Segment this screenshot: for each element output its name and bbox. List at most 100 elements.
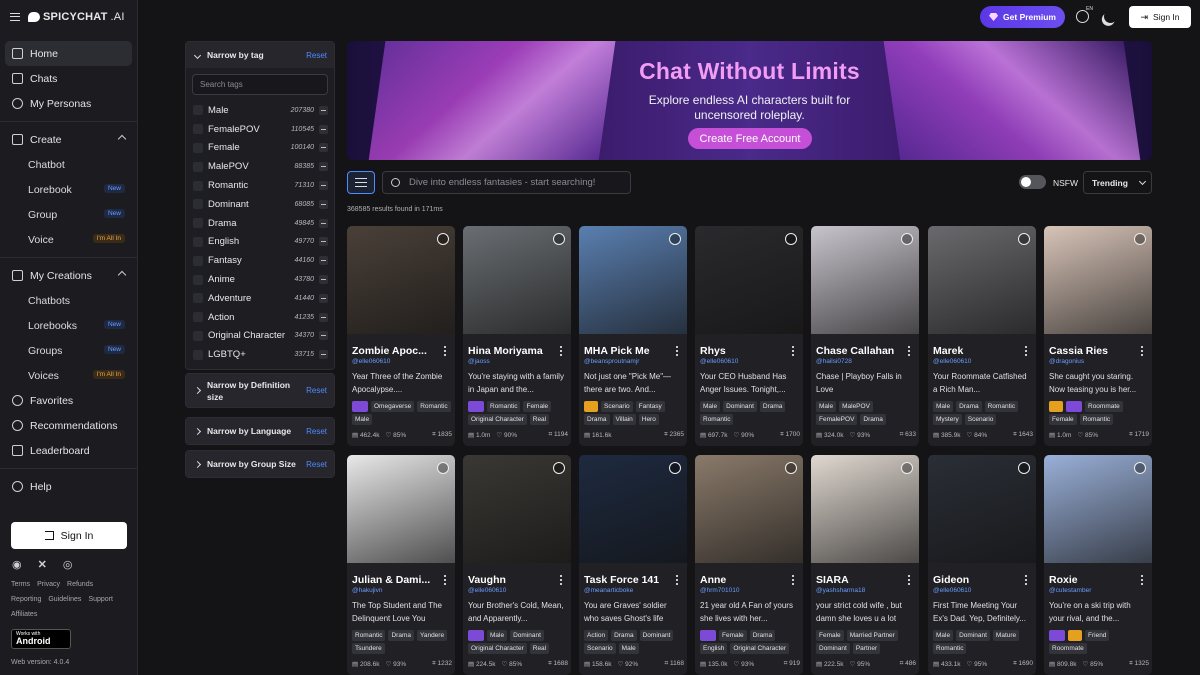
more-options-icon[interactable] bbox=[1141, 575, 1143, 585]
tag-chip[interactable]: Drama bbox=[584, 414, 610, 425]
info-icon[interactable] bbox=[553, 233, 565, 245]
tag-chip[interactable]: Male bbox=[352, 414, 373, 425]
creator-handle[interactable]: @hrm701010 bbox=[700, 587, 739, 594]
tag-chip[interactable]: Mystery bbox=[933, 414, 962, 425]
more-options-icon[interactable] bbox=[792, 575, 794, 585]
tag-chip[interactable]: Original Character bbox=[468, 643, 527, 654]
checkbox[interactable] bbox=[193, 293, 203, 304]
info-icon[interactable] bbox=[785, 462, 797, 474]
star-badge-icon[interactable] bbox=[584, 401, 598, 412]
more-options-icon[interactable] bbox=[560, 575, 562, 585]
checkbox[interactable] bbox=[193, 255, 203, 266]
character-card[interactable]: Task Force 141 @meanarticboke You are Grav… bbox=[579, 455, 687, 675]
character-card[interactable]: Roxie @cutestamber You're on a ski trip wi… bbox=[1044, 455, 1152, 675]
checkbox[interactable] bbox=[193, 312, 203, 323]
tag-filter-row[interactable]: Female 100140 bbox=[186, 139, 334, 158]
tag-chip[interactable]: Hero bbox=[638, 414, 659, 425]
nav-personas[interactable]: My Personas bbox=[0, 91, 137, 116]
definition-filter-header[interactable]: Narrow by Definition size Reset bbox=[186, 374, 334, 407]
voice-badge-icon[interactable] bbox=[468, 401, 484, 412]
tag-chip[interactable]: Romantic bbox=[700, 414, 734, 425]
info-icon[interactable] bbox=[669, 462, 681, 474]
tag-chip[interactable]: Male bbox=[816, 401, 837, 412]
voice-badge-icon[interactable] bbox=[700, 630, 716, 641]
exclude-icon[interactable] bbox=[319, 275, 328, 285]
more-options-icon[interactable] bbox=[792, 346, 794, 356]
tag-chip[interactable]: Omegaverse bbox=[371, 401, 415, 412]
refunds-link[interactable]: Refunds bbox=[67, 581, 93, 588]
more-options-icon[interactable] bbox=[908, 346, 910, 356]
creator-handle[interactable]: @hailsi0728 bbox=[816, 358, 852, 365]
theme-moon-icon[interactable] bbox=[1102, 8, 1119, 25]
x-icon[interactable]: ✕ bbox=[38, 558, 47, 571]
checkbox[interactable] bbox=[193, 236, 203, 247]
tag-reset-button[interactable]: Reset bbox=[306, 51, 327, 60]
creator-handle[interactable]: @elle060610 bbox=[468, 587, 506, 594]
exclude-icon[interactable] bbox=[319, 312, 328, 322]
sidebar-sign-in-button[interactable]: Sign In bbox=[11, 522, 127, 549]
tag-chip[interactable]: Scenario bbox=[584, 643, 616, 654]
creator-handle[interactable]: @elle060610 bbox=[933, 587, 971, 594]
creator-handle[interactable]: @dragonius bbox=[1049, 358, 1084, 365]
tag-chip[interactable]: Yandere bbox=[416, 630, 448, 641]
nav-help[interactable]: Help bbox=[0, 474, 137, 499]
tag-filter-row[interactable]: LGBTQ+ 33715 bbox=[186, 345, 334, 364]
tag-chip[interactable]: Romantic bbox=[417, 401, 451, 412]
language-reset-button[interactable]: Reset bbox=[306, 427, 327, 436]
info-icon[interactable] bbox=[1018, 233, 1030, 245]
tag-chip[interactable]: Female bbox=[523, 401, 552, 412]
character-card[interactable]: Chase Callahan @hailsi0728 Chase | Playboy… bbox=[811, 226, 919, 446]
tag-filter-row[interactable]: Action 41235 bbox=[186, 308, 334, 327]
character-card[interactable]: Rhys @elle060610 Your CEO Husband Has Ange… bbox=[695, 226, 803, 446]
creator-handle[interactable]: @elle060610 bbox=[352, 358, 390, 365]
character-card[interactable]: Marek @elle060610 Your Roommate Catfished … bbox=[928, 226, 1036, 446]
character-card[interactable]: Anne @hrm701010 21 year old A Fan of yours… bbox=[695, 455, 803, 675]
exclude-icon[interactable] bbox=[319, 124, 328, 134]
tag-chip[interactable]: Dominant bbox=[723, 401, 757, 412]
checkbox[interactable] bbox=[193, 349, 203, 360]
terms-link[interactable]: Terms bbox=[11, 581, 30, 588]
character-card[interactable]: Hina Moriyama @jaoss You're staying with a… bbox=[463, 226, 571, 446]
tag-chip[interactable]: Friend bbox=[1085, 630, 1110, 641]
character-card[interactable]: Gideon @elle060610 First Time Meeting Your… bbox=[928, 455, 1036, 675]
nav-create[interactable]: Create bbox=[0, 127, 137, 152]
nav-voices[interactable]: Voices I'm All In bbox=[0, 363, 137, 388]
tag-filter-row[interactable]: Original Character 34370 bbox=[186, 327, 334, 346]
tag-search-input[interactable]: Search tags bbox=[192, 74, 328, 95]
voice-badge-icon[interactable] bbox=[1066, 401, 1082, 412]
support-link[interactable]: Support bbox=[88, 596, 113, 603]
reporting-link[interactable]: Reporting bbox=[11, 596, 41, 603]
star-badge-icon[interactable] bbox=[1049, 401, 1063, 412]
exclude-icon[interactable] bbox=[319, 162, 328, 172]
info-icon[interactable] bbox=[1018, 462, 1030, 474]
more-options-icon[interactable] bbox=[444, 346, 446, 356]
tag-chip[interactable]: Action bbox=[584, 630, 609, 641]
discord-icon[interactable]: ◉ bbox=[12, 558, 22, 571]
nav-groups[interactable]: Groups New bbox=[0, 338, 137, 363]
tag-chip[interactable]: FemalePOV bbox=[816, 414, 858, 425]
sort-select[interactable]: Trending bbox=[1083, 171, 1152, 194]
creator-handle[interactable]: @beansproutnamjr bbox=[584, 358, 639, 365]
exclude-icon[interactable] bbox=[319, 331, 328, 341]
character-card[interactable]: MHA Pick Me @beansproutnamjr Not just one … bbox=[579, 226, 687, 446]
tag-chip[interactable]: Male bbox=[933, 401, 954, 412]
tag-chip[interactable]: Tsundere bbox=[352, 643, 385, 654]
tag-chip[interactable]: English bbox=[700, 643, 728, 654]
tag-chip[interactable]: Romantic bbox=[487, 401, 521, 412]
menu-icon[interactable] bbox=[10, 13, 20, 21]
definition-reset-button[interactable]: Reset bbox=[306, 386, 327, 395]
exclude-icon[interactable] bbox=[319, 105, 328, 115]
exclude-icon[interactable] bbox=[319, 181, 328, 191]
get-premium-button[interactable]: Get Premium bbox=[980, 6, 1065, 28]
nav-my-creations[interactable]: My Creations bbox=[0, 263, 137, 288]
exclude-icon[interactable] bbox=[319, 350, 328, 360]
nav-lorebooks[interactable]: Lorebooks New bbox=[0, 313, 137, 338]
nav-chats[interactable]: Chats bbox=[0, 66, 137, 91]
info-icon[interactable] bbox=[1134, 462, 1146, 474]
tag-filter-row[interactable]: Anime 43780 bbox=[186, 270, 334, 289]
nav-favorites[interactable]: Favorites bbox=[0, 388, 137, 413]
voice-badge-icon[interactable] bbox=[468, 630, 484, 641]
tag-chip[interactable]: Romantic bbox=[933, 643, 967, 654]
nsfw-toggle[interactable] bbox=[1019, 175, 1046, 189]
tag-chip[interactable]: Male bbox=[933, 630, 954, 641]
